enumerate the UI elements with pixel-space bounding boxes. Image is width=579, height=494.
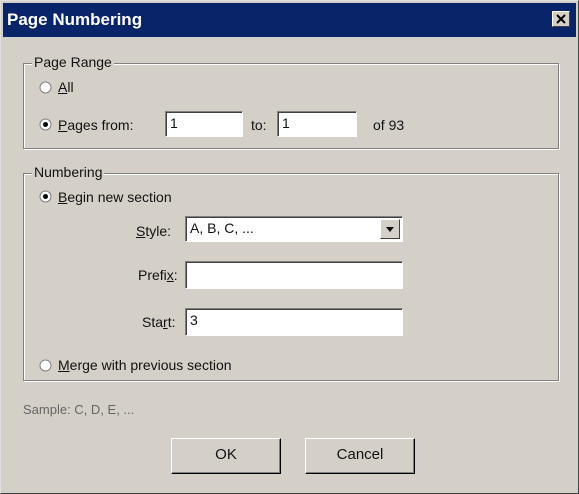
radio-selected-icon (43, 122, 48, 127)
radio-merge-previous-label[interactable]: Merge with previous section (58, 357, 232, 373)
radio-all-label[interactable]: All (58, 79, 74, 95)
window-title: Page Numbering (7, 10, 143, 29)
chevron-down-icon (386, 227, 394, 232)
radio-pages-rest: ages from: (67, 117, 134, 133)
from-page-input[interactable]: 1 (165, 111, 243, 137)
page-range-group-label: Page Range (32, 54, 114, 70)
radio-merge-previous[interactable] (39, 359, 52, 372)
merge-rest: erge with previous section (69, 357, 232, 373)
sample-text: Sample: C, D, E, ... (23, 402, 135, 417)
cancel-button-label: Cancel (336, 446, 384, 463)
style-select-value: A, B, C, ... (190, 220, 254, 236)
style-select[interactable]: A, B, C, ... (185, 216, 403, 242)
radio-pages[interactable] (39, 118, 52, 131)
page-numbering-dialog: Page Numbering Page Range All Pages from… (0, 0, 579, 494)
to-label: to: (251, 117, 267, 133)
start-label-text: Sta (142, 314, 164, 330)
begin-new-accel: B (58, 189, 68, 205)
prefix-label-text: Prefi (138, 267, 167, 283)
ok-button-label: OK (215, 446, 237, 463)
prefix-label: Prefix: (138, 267, 178, 283)
close-button[interactable] (552, 11, 570, 27)
radio-all-rest: ll (67, 79, 74, 95)
radio-all-accel: A (58, 79, 68, 95)
prefix-input[interactable] (185, 261, 403, 289)
title-bar[interactable]: Page Numbering (3, 3, 576, 37)
radio-begin-new-section[interactable] (39, 190, 52, 203)
merge-accel: M (58, 357, 70, 373)
radio-all[interactable] (39, 81, 52, 94)
style-dropdown-button[interactable] (380, 219, 400, 239)
start-label-rest: t: (167, 314, 176, 330)
radio-pages-label[interactable]: Pages from: (58, 117, 133, 133)
numbering-group-label: Numbering (32, 164, 105, 180)
close-icon (556, 14, 566, 24)
style-accel: S (136, 223, 146, 239)
cancel-button[interactable]: Cancel (305, 438, 415, 474)
start-input[interactable]: 3 (185, 308, 403, 336)
ok-button[interactable]: OK (171, 438, 281, 474)
to-page-input[interactable]: 1 (277, 111, 357, 137)
radio-selected-icon (43, 194, 48, 199)
prefix-colon: : (173, 267, 178, 283)
start-label: Start: (142, 314, 175, 330)
style-label: Style: (136, 223, 171, 239)
of-total-label: of 93 (373, 117, 405, 133)
radio-pages-accel: P (58, 117, 68, 133)
radio-begin-new-section-label[interactable]: Begin new section (58, 189, 172, 205)
begin-new-rest: egin new section (67, 189, 172, 205)
style-label-rest: tyle: (145, 223, 172, 239)
prefix-accel: x (166, 267, 174, 283)
